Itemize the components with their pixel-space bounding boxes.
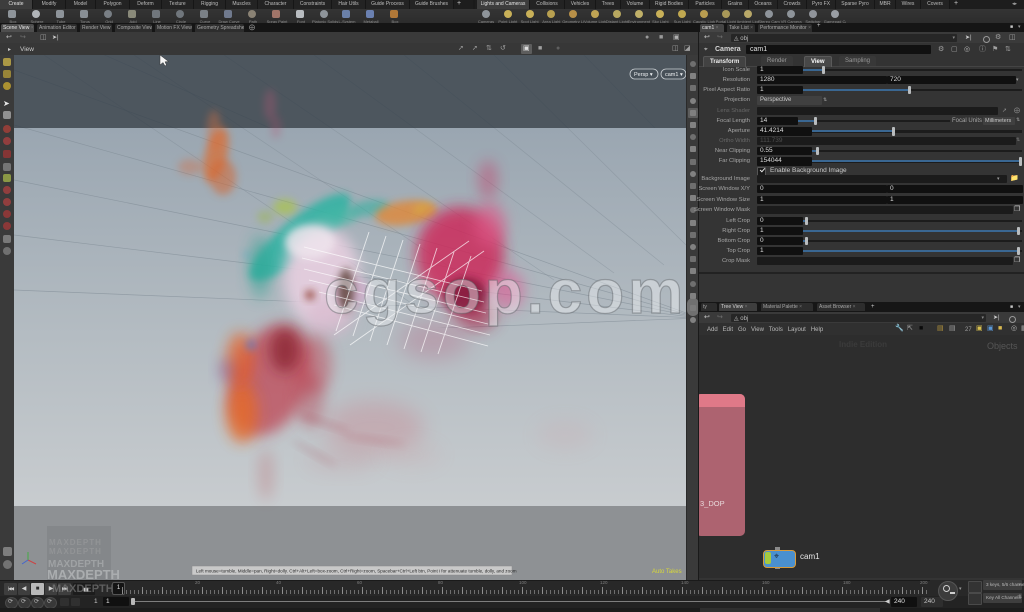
svg-text:MAXDEPTH: MAXDEPTH <box>47 567 120 580</box>
svg-text:Left mouse=tumble, Middle=pan,: Left mouse=tumble, Middle=pan, Right=dol… <box>196 569 517 574</box>
svg-text:Persp ▾: Persp ▾ <box>634 72 653 78</box>
svg-text:Auto Takes: Auto Takes <box>652 569 682 575</box>
svg-text:MAXDEPTH: MAXDEPTH <box>49 538 102 547</box>
svg-text:MAXDEPTH: MAXDEPTH <box>49 547 102 556</box>
svg-text:cgsop.com: cgsop.com <box>324 258 686 327</box>
svg-text:cam1 ▾: cam1 ▾ <box>665 72 683 78</box>
